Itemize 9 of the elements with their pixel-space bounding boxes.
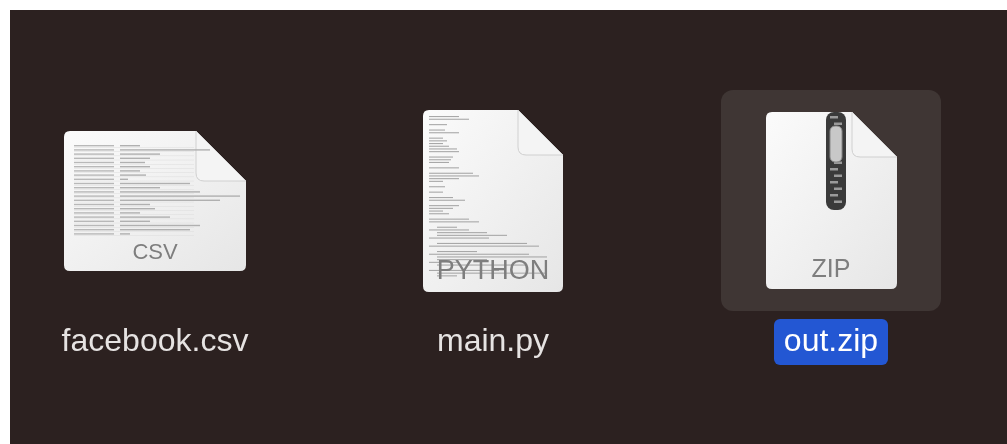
file-name[interactable]: main.py bbox=[426, 319, 559, 366]
zip-file-icon bbox=[765, 112, 897, 289]
document-icon bbox=[423, 109, 563, 292]
document-icon bbox=[64, 130, 246, 271]
file-type-label: CSV bbox=[131, 240, 179, 263]
file-name[interactable]: facebook.csv bbox=[51, 319, 259, 366]
file-type-label: PYTHON bbox=[435, 256, 551, 284]
file-type-label: ZIP bbox=[810, 256, 852, 281]
file-name[interactable]: out.zip bbox=[773, 319, 889, 366]
